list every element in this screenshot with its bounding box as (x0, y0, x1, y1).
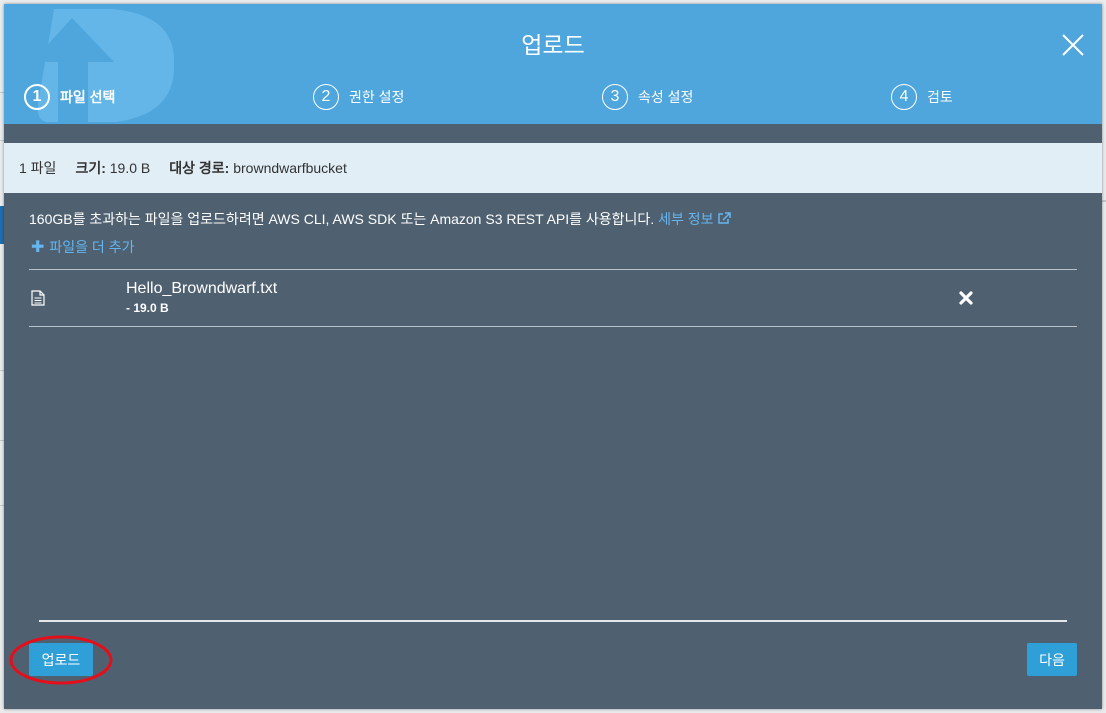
step-label: 검토 (927, 89, 953, 105)
step-label: 속성 설정 (638, 89, 694, 105)
step-number: 4 (891, 84, 917, 110)
plus-icon: ✚ (31, 239, 45, 256)
size-limit-note: 160GB를 초과하는 파일을 업로드하려면 AWS CLI, AWS SDK … (29, 209, 732, 229)
size-value: 19.0 B (109, 160, 151, 176)
learn-more-link[interactable]: 세부 정보 (658, 211, 732, 227)
next-button[interactable]: 다음 (1027, 643, 1077, 676)
upload-summary-bar: 1 파일 크기: 19.0 B 대상 경로: browndwarfbucket (4, 143, 1102, 193)
target-value: browndwarfbucket (233, 160, 347, 176)
step-number: 2 (313, 84, 339, 110)
add-more-files-button[interactable]: ✚ 파일을 더 추가 (31, 237, 134, 257)
upload-dialog: 업로드 1 파일 선택 2 권한 설정 3 속성 설정 4 검토 1 파일 크기… (4, 4, 1102, 709)
footer-divider (39, 620, 1067, 622)
dialog-title: 업로드 (521, 32, 585, 58)
close-icon[interactable] (1060, 32, 1086, 58)
file-icon (31, 290, 45, 306)
step-set-properties[interactable]: 3 속성 설정 (602, 84, 693, 110)
size-label: 크기: (75, 160, 106, 176)
step-number: 1 (24, 84, 50, 110)
external-link-icon (718, 212, 732, 224)
file-list: Hello_Browndwarf.txt - 19.0 B (29, 269, 1077, 327)
note-text: 160GB를 초과하는 파일을 업로드하려면 AWS CLI, AWS SDK … (29, 211, 655, 227)
learn-more-label: 세부 정보 (658, 211, 714, 227)
target-label: 대상 경로: (169, 160, 230, 176)
step-label: 파일 선택 (60, 89, 116, 105)
step-number: 3 (602, 84, 628, 110)
file-name: Hello_Browndwarf.txt (126, 280, 278, 297)
file-size: - 19.0 B (126, 301, 169, 315)
step-review[interactable]: 4 검토 (891, 84, 953, 110)
file-count: 1 파일 (19, 160, 57, 176)
dialog-header: 업로드 1 파일 선택 2 권한 설정 3 속성 설정 4 검토 (4, 4, 1102, 124)
add-more-label: 파일을 더 추가 (49, 239, 135, 255)
header-divider (4, 124, 1102, 143)
remove-icon[interactable] (959, 291, 973, 305)
step-set-permissions[interactable]: 2 권한 설정 (313, 84, 404, 110)
step-select-files[interactable]: 1 파일 선택 (24, 84, 115, 110)
upload-button[interactable]: 업로드 (29, 643, 93, 676)
step-label: 권한 설정 (349, 89, 405, 105)
